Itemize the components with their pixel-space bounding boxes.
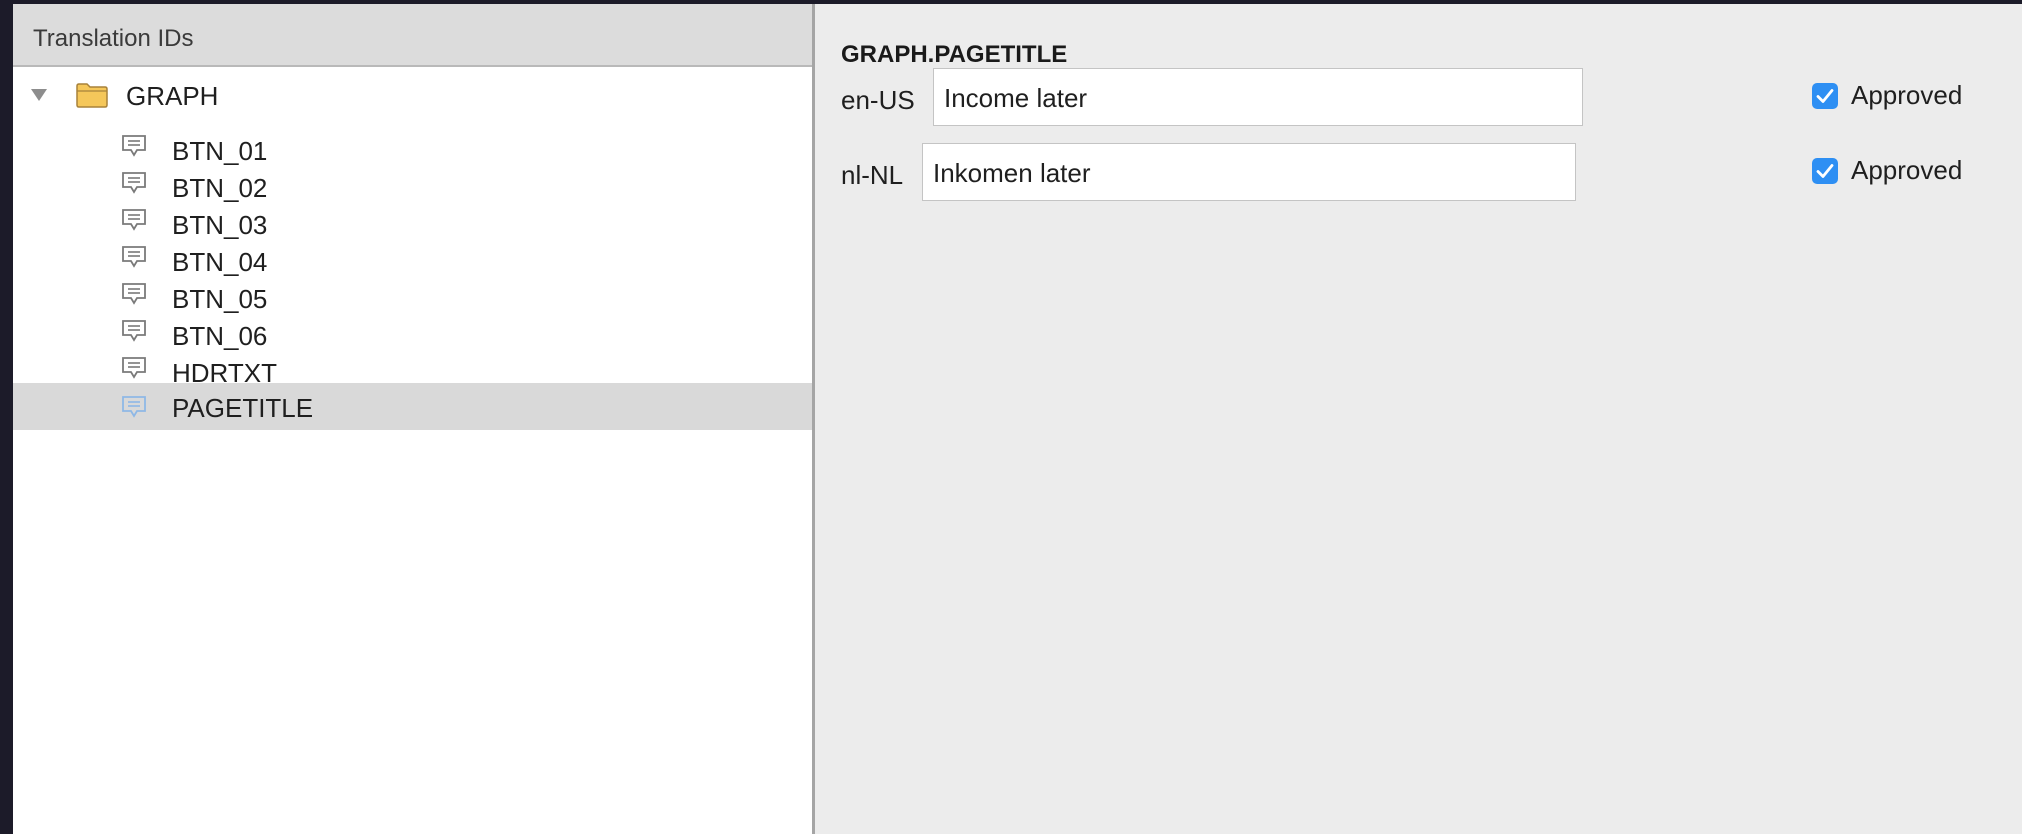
disclosure-triangle-icon[interactable] xyxy=(31,89,47,101)
translation-id-list[interactable]: Translation IDs GRAPH BTN_01 BTN_02 BTN_… xyxy=(13,4,812,834)
tree-item-label: GRAPH xyxy=(126,81,219,111)
translation-input-en-us[interactable]: Income later xyxy=(933,68,1583,126)
approved-checkbox[interactable] xyxy=(1812,83,1838,109)
approved-label: Approved xyxy=(1851,80,1963,110)
tree-view: GRAPH BTN_01 BTN_02 BTN_03 BTN_04 BTN_05 xyxy=(13,77,812,430)
approved-checkbox[interactable] xyxy=(1812,158,1838,184)
tree-item-btn-02[interactable]: BTN_02 xyxy=(13,161,812,203)
message-icon xyxy=(122,320,146,342)
checkmark-icon xyxy=(1816,164,1834,178)
translation-row-nl-nl: nl-NL Inkomen later Approved xyxy=(815,143,2022,213)
message-icon xyxy=(122,283,146,305)
tree-item-hdrtxt[interactable]: HDRTXT xyxy=(13,346,812,388)
tree-item-btn-04[interactable]: BTN_04 xyxy=(13,235,812,277)
translation-row-en-us: en-US Income later Approved xyxy=(815,68,2022,138)
message-icon xyxy=(122,209,146,231)
list-column-header[interactable]: Translation IDs xyxy=(13,4,812,67)
approved-label: Approved xyxy=(1851,155,1963,185)
message-icon xyxy=(122,396,146,418)
locale-label: en-US xyxy=(841,85,915,115)
folder-icon xyxy=(76,83,108,108)
message-icon xyxy=(122,357,146,379)
tree-item-btn-05[interactable]: BTN_05 xyxy=(13,272,812,314)
checkmark-icon xyxy=(1816,89,1834,103)
app-window: Translation IDs GRAPH BTN_01 BTN_02 BTN_… xyxy=(13,4,2022,834)
detail-title: GRAPH.PAGETITLE xyxy=(841,41,1068,68)
list-header-label: Translation IDs xyxy=(33,25,194,52)
translation-input-nl-nl[interactable]: Inkomen later xyxy=(922,143,1576,201)
tree-item-pagetitle[interactable]: PAGETITLE xyxy=(13,383,812,430)
tree-item-label: PAGETITLE xyxy=(172,393,314,423)
message-icon xyxy=(122,246,146,268)
translation-input-value: Inkomen later xyxy=(933,158,1091,188)
locale-label: nl-NL xyxy=(841,160,904,190)
translation-input-value: Income later xyxy=(944,83,1088,113)
message-icon xyxy=(122,172,146,194)
tree-item-btn-06[interactable]: BTN_06 xyxy=(13,309,812,351)
translation-detail-panel: GRAPH.PAGETITLE en-US Income later Appro… xyxy=(815,4,2022,834)
tree-item-graph[interactable]: GRAPH xyxy=(13,77,812,124)
message-icon xyxy=(122,135,146,157)
tree-item-btn-03[interactable]: BTN_03 xyxy=(13,198,812,240)
tree-item-btn-01[interactable]: BTN_01 xyxy=(13,124,812,166)
